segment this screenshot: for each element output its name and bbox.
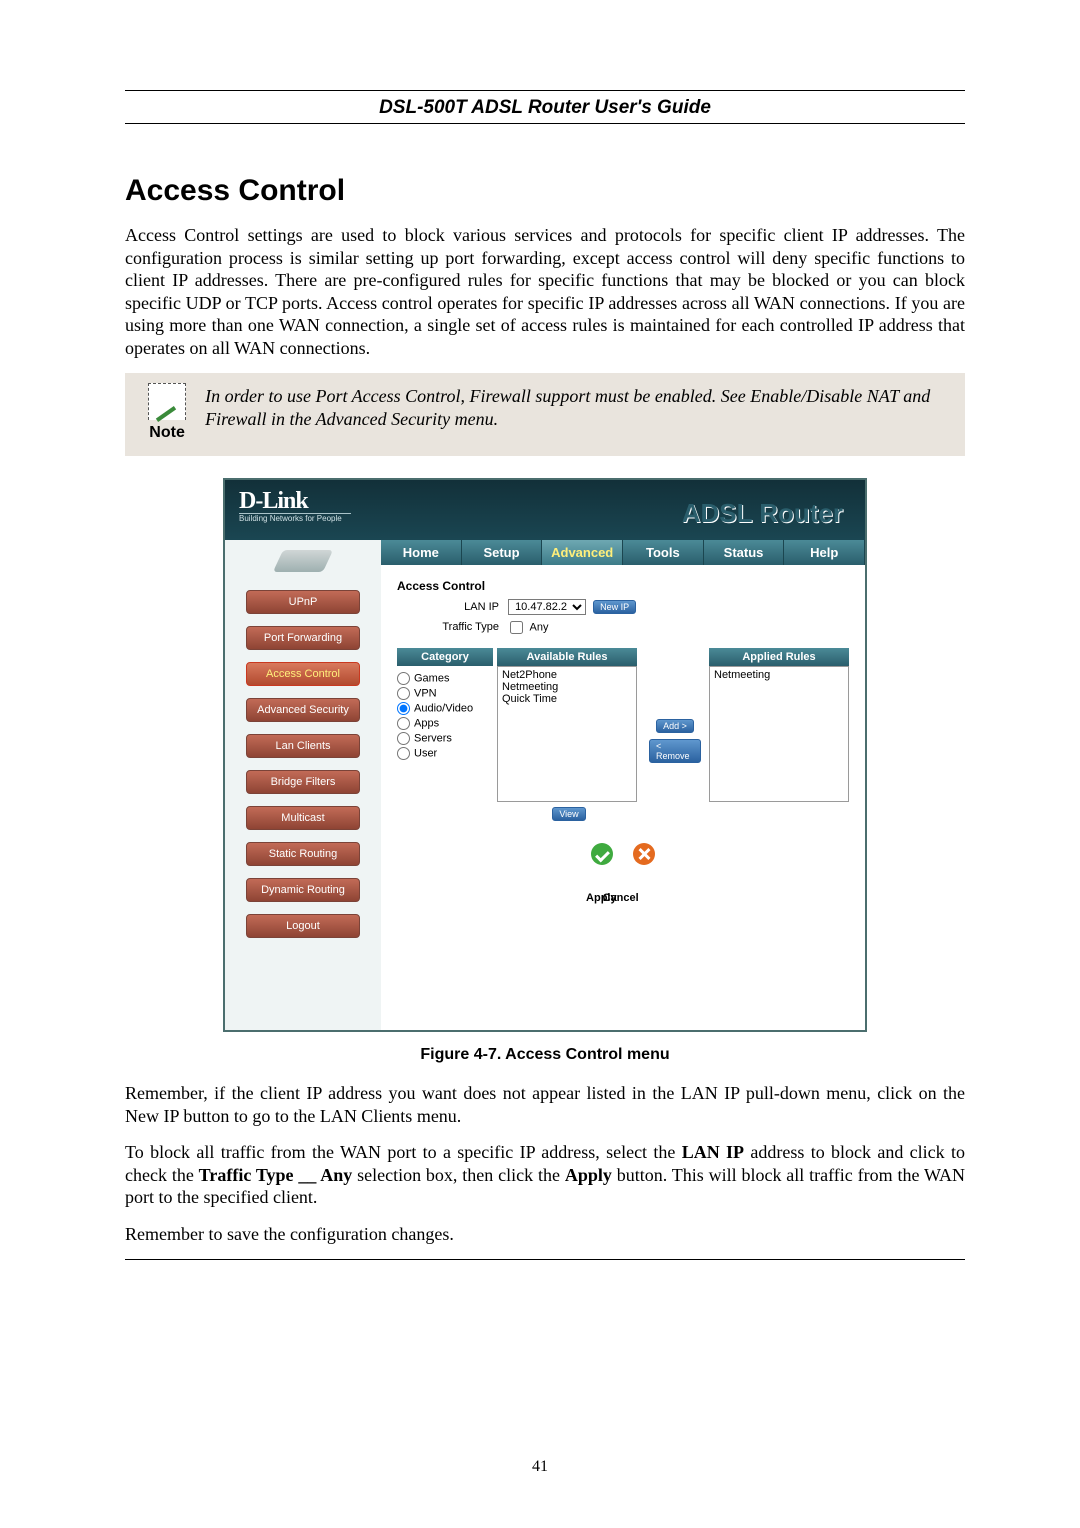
router-screenshot: D-Link Building Networks for People ADSL… (223, 478, 867, 1032)
column-available: Available Rules (497, 648, 637, 666)
brand-tagline: Building Networks for People (239, 514, 342, 523)
tab-home[interactable]: Home (381, 540, 462, 565)
sidebar-item-port-forwarding[interactable]: Port Forwarding (246, 626, 360, 650)
cancel-label: Cancel (599, 892, 643, 904)
sidebar-item-dynamic-routing[interactable]: Dynamic Routing (246, 878, 360, 902)
lan-ip-select[interactable]: 10.47.82.2 (508, 599, 586, 615)
traffic-type-value: Any (530, 621, 549, 633)
category-audio-video[interactable] (397, 702, 410, 715)
category-list: Games VPN Audio/Video Apps Servers User (397, 666, 493, 766)
page-header: DSL-500T ADSL Router User's Guide (125, 91, 965, 123)
intro-paragraph: Access Control settings are used to bloc… (125, 224, 965, 359)
tab-help[interactable]: Help (784, 540, 865, 565)
paragraph-save-config: Remember to save the configuration chang… (125, 1223, 965, 1246)
list-item[interactable]: Net2Phone (502, 669, 632, 681)
lan-ip-label: LAN IP (427, 601, 499, 613)
heading-access-control: Access Control (125, 174, 965, 208)
figure-caption: Figure 4-7. Access Control menu (125, 1046, 965, 1064)
sidebar-item-bridge-filters[interactable]: Bridge Filters (246, 770, 360, 794)
sidebar-item-lan-clients[interactable]: Lan Clients (246, 734, 360, 758)
tab-advanced[interactable]: Advanced (542, 540, 623, 565)
tab-tools[interactable]: Tools (623, 540, 704, 565)
sidebar: UPnP Port Forwarding Access Control Adva… (225, 540, 381, 1030)
remove-button[interactable]: < Remove (649, 739, 701, 763)
category-user[interactable] (397, 747, 410, 760)
category-games[interactable] (397, 672, 410, 685)
paragraph-remember-ip: Remember, if the client IP address you w… (125, 1082, 965, 1127)
router-icon (273, 550, 333, 572)
add-button[interactable]: Add > (656, 719, 694, 733)
sidebar-item-upnp[interactable]: UPnP (246, 590, 360, 614)
traffic-type-checkbox[interactable] (510, 621, 523, 634)
list-item[interactable]: Netmeeting (714, 669, 844, 681)
paragraph-block-traffic: To block all traffic from the WAN port t… (125, 1141, 965, 1209)
sidebar-item-advanced-security[interactable]: Advanced Security (246, 698, 360, 722)
view-button[interactable]: View (552, 807, 585, 821)
category-servers[interactable] (397, 732, 410, 745)
sidebar-item-multicast[interactable]: Multicast (246, 806, 360, 830)
sidebar-item-logout[interactable]: Logout (246, 914, 360, 938)
note-label: Note (129, 424, 205, 442)
new-ip-button[interactable]: New IP (593, 600, 636, 614)
router-title: ADSL Router (682, 498, 843, 529)
list-item[interactable]: Quick Time (502, 693, 632, 705)
tab-bar: Home Setup Advanced Tools Status Help (381, 540, 865, 565)
category-apps[interactable] (397, 717, 410, 730)
note-icon (148, 383, 186, 420)
column-category: Category (397, 648, 493, 666)
apply-icon[interactable] (591, 843, 613, 865)
available-rules-list[interactable]: Net2Phone Netmeeting Quick Time (497, 666, 637, 802)
tab-setup[interactable]: Setup (462, 540, 543, 565)
column-applied: Applied Rules (709, 648, 849, 666)
category-vpn[interactable] (397, 687, 410, 700)
section-title: Access Control (397, 579, 849, 593)
note-text: In order to use Port Access Control, Fir… (205, 383, 947, 432)
applied-rules-list[interactable]: Netmeeting (709, 666, 849, 802)
brand-logo: D-Link (239, 488, 351, 514)
sidebar-item-static-routing[interactable]: Static Routing (246, 842, 360, 866)
cancel-icon[interactable] (633, 843, 655, 865)
page-number: 41 (0, 1458, 1080, 1476)
tab-status[interactable]: Status (704, 540, 785, 565)
note-box: Note In order to use Port Access Control… (125, 373, 965, 456)
sidebar-item-access-control[interactable]: Access Control (246, 662, 360, 686)
traffic-type-label: Traffic Type (427, 621, 499, 633)
list-item[interactable]: Netmeeting (502, 681, 632, 693)
